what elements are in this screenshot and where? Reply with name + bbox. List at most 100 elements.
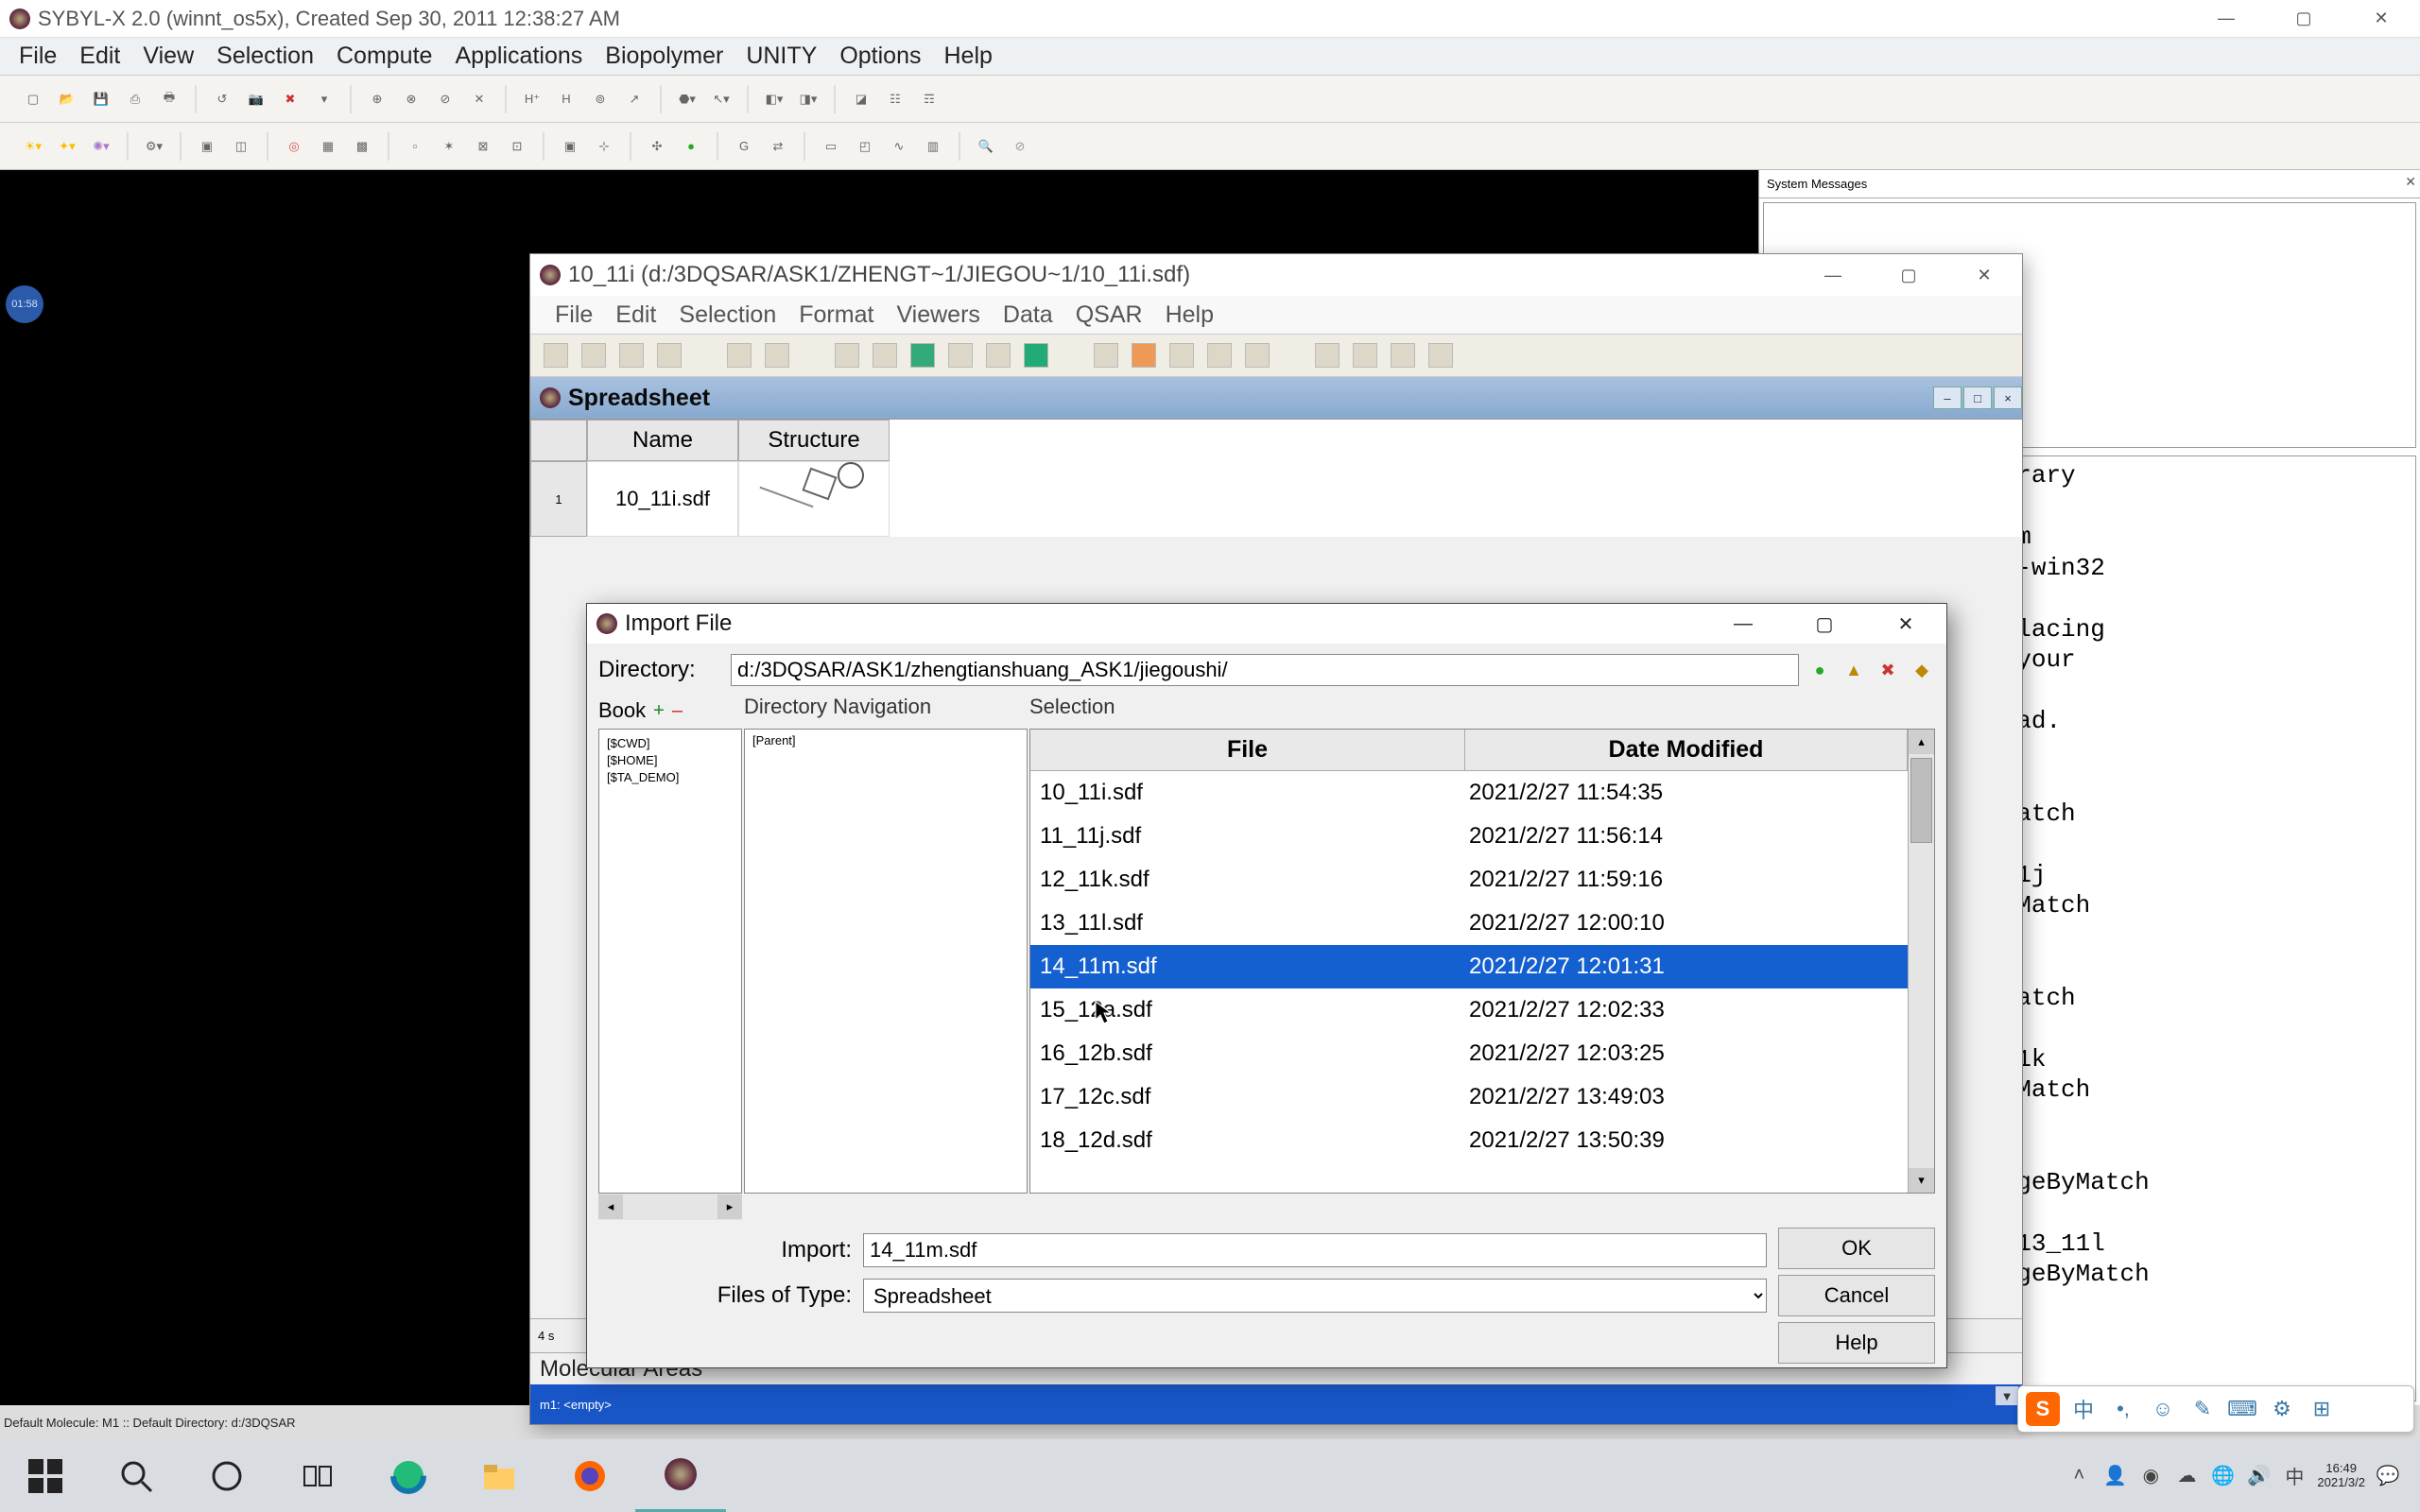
file-scrollbar[interactable]: ▴ ▾ xyxy=(1908,730,1934,1193)
main-titlebar[interactable]: SYBYL-X 2.0 (winnt_os5x), Created Sep 30… xyxy=(0,0,2420,38)
help-button[interactable]: Help xyxy=(1778,1322,1935,1364)
grid-icon[interactable]: ▦ xyxy=(314,132,342,161)
menu-view[interactable]: View xyxy=(131,39,205,74)
tray-network-icon[interactable]: 🌐 xyxy=(2209,1463,2236,1489)
box-icon[interactable]: ◫ xyxy=(227,132,255,161)
box-icon[interactable]: ▣ xyxy=(193,132,221,161)
ss-toolbtn[interactable] xyxy=(1207,343,1232,368)
spreadsheet-close-button[interactable]: ✕ xyxy=(1946,256,2022,294)
ss-toolbtn[interactable] xyxy=(657,343,682,368)
delete-icon[interactable]: ✖ xyxy=(276,85,304,113)
tray-volume-icon[interactable]: 🔊 xyxy=(2245,1463,2272,1489)
tool-icon[interactable]: ⊠ xyxy=(469,132,497,161)
ss-toolbtn[interactable] xyxy=(1353,343,1377,368)
tray-onedrive-icon[interactable]: ☁ xyxy=(2173,1463,2200,1489)
dir-home-icon[interactable]: ◆ xyxy=(1909,657,1935,683)
inner-minimize-button[interactable]: – xyxy=(1933,387,1962,409)
win-icon[interactable]: ◰ xyxy=(851,132,879,161)
firefox-icon[interactable] xyxy=(544,1439,635,1512)
menu-applications[interactable]: Applications xyxy=(443,39,594,74)
ime-punct-icon[interactable]: •, xyxy=(2107,1393,2139,1425)
cancel-button[interactable]: Cancel xyxy=(1778,1275,1935,1316)
grid-corner[interactable] xyxy=(530,420,587,461)
ime-handwrite-icon[interactable]: ✎ xyxy=(2187,1393,2219,1425)
spreadsheet-titlebar[interactable]: 10_11i (d:/3DQSAR/ASK1/ZHENGT~1/JIEGOU~1… xyxy=(530,254,2022,296)
ss-toolbtn[interactable] xyxy=(986,343,1011,368)
tool-icon[interactable]: ● xyxy=(677,132,705,161)
ss-toolbtn[interactable] xyxy=(1245,343,1270,368)
file-row[interactable]: 15_12a.sdf2021/2/27 12:02:33 xyxy=(1030,988,1908,1032)
ss-toolbtn[interactable] xyxy=(1391,343,1415,368)
chart-icon[interactable]: ☷ xyxy=(881,85,909,113)
menu-help[interactable]: Help xyxy=(933,39,1004,74)
menu-edit[interactable]: Edit xyxy=(68,39,131,74)
globe-icon[interactable]: ◎ xyxy=(280,132,308,161)
col-date[interactable]: Date Modified xyxy=(1465,730,1908,770)
system-tray[interactable]: ˄ 👤 ◉ ☁ 🌐 🔊 中 16:49 2021/3/2 💬 xyxy=(2066,1439,2420,1512)
open-icon[interactable]: 📂 xyxy=(53,85,81,113)
cell-name[interactable]: 10_11i.sdf xyxy=(587,461,738,537)
stop-icon[interactable]: ⊘ xyxy=(1006,132,1034,161)
menu-options[interactable]: Options xyxy=(828,39,932,74)
ss-menu-edit[interactable]: Edit xyxy=(604,298,667,333)
cortana-button[interactable] xyxy=(182,1439,272,1512)
nav-list[interactable]: [Parent] xyxy=(744,729,1028,1194)
start-button[interactable] xyxy=(0,1439,91,1512)
file-row[interactable]: 18_12d.sdf2021/2/27 13:50:39 xyxy=(1030,1119,1908,1162)
menu-biopolymer[interactable]: Biopolymer xyxy=(594,39,735,74)
import-minimize-button[interactable]: — xyxy=(1703,605,1784,643)
nav-item[interactable]: [Parent] xyxy=(752,733,1019,747)
ss-toolbtn[interactable] xyxy=(727,343,752,368)
ime-keyboard-icon[interactable]: ⌨ xyxy=(2226,1393,2258,1425)
import-titlebar[interactable]: Import File — ▢ ✕ xyxy=(587,604,1946,644)
file-row[interactable]: 13_11l.sdf2021/2/27 12:00:10 xyxy=(1030,902,1908,945)
ss-toolbtn[interactable] xyxy=(1132,343,1156,368)
inner-maximize-button[interactable]: □ xyxy=(1963,387,1992,409)
ss-menu-help[interactable]: Help xyxy=(1154,298,1225,333)
tool-icon[interactable]: ✣ xyxy=(643,132,671,161)
tool-icon[interactable]: ⊗ xyxy=(397,85,425,113)
molecular-areas-body[interactable]: m1: <empty> ▼ xyxy=(530,1384,2022,1424)
import-file-dialog[interactable]: Import File — ▢ ✕ Directory: ● ▲ ✖ ◆ Boo… xyxy=(586,603,1947,1368)
file-row[interactable]: 12_11k.sdf2021/2/27 11:59:16 xyxy=(1030,858,1908,902)
grid-icon[interactable]: ▩ xyxy=(348,132,376,161)
ss-toolbtn[interactable] xyxy=(910,343,935,368)
ss-toolbtn[interactable] xyxy=(1315,343,1340,368)
bookmark-item[interactable]: [$HOME] xyxy=(607,752,734,769)
tool-icon[interactable]: ⊹ xyxy=(590,132,618,161)
dir-refresh-icon[interactable]: ● xyxy=(1806,657,1833,683)
ss-menu-data[interactable]: Data xyxy=(992,298,1064,333)
file-row[interactable]: 16_12b.sdf2021/2/27 12:03:25 xyxy=(1030,1032,1908,1075)
scroll-left-icon[interactable]: ◂ xyxy=(598,1194,623,1219)
ss-toolbtn[interactable] xyxy=(765,343,789,368)
spreadsheet-minimize-button[interactable]: — xyxy=(1795,256,1871,294)
arrow-icon[interactable]: ↖▾ xyxy=(707,85,735,113)
scroll-down-icon[interactable]: ▼ xyxy=(1996,1386,2018,1405)
directory-input[interactable] xyxy=(731,654,1799,686)
ss-toolbtn[interactable] xyxy=(581,343,606,368)
ime-toolbar[interactable]: S 中 •, ☺ ✎ ⌨ ⚙ ⊞ xyxy=(2017,1385,2414,1433)
col-name[interactable]: Name xyxy=(587,420,738,461)
win-icon[interactable]: ▭ xyxy=(817,132,845,161)
tray-ime-icon[interactable]: 中 xyxy=(2281,1463,2308,1489)
window-icon[interactable]: ◧▾ xyxy=(760,85,788,113)
tool-icon[interactable]: ✶ xyxy=(435,132,463,161)
main-minimize-button[interactable]: — xyxy=(2187,1,2265,37)
file-row[interactable]: 11_11j.sdf2021/2/27 11:56:14 xyxy=(1030,815,1908,858)
ss-toolbtn[interactable] xyxy=(619,343,644,368)
file-row[interactable]: 10_11i.sdf2021/2/27 11:54:35 xyxy=(1030,771,1908,815)
import-filename-input[interactable] xyxy=(863,1233,1767,1267)
ss-menu-viewers[interactable]: Viewers xyxy=(885,298,991,333)
light-icon[interactable]: ✦▾ xyxy=(53,132,81,161)
gear-icon[interactable]: ⚙▾ xyxy=(140,132,168,161)
light-icon[interactable]: ☀▾ xyxy=(19,132,47,161)
spreadsheet-maximize-button[interactable]: ▢ xyxy=(1871,256,1946,294)
main-maximize-button[interactable]: ▢ xyxy=(2265,1,2342,37)
bookmarks-hscroll[interactable]: ◂ ▸ xyxy=(598,1194,742,1220)
bookmarks-list[interactable]: [$CWD][$HOME][$TA_DEMO] xyxy=(598,729,742,1194)
col-structure[interactable]: Structure xyxy=(738,420,890,461)
ss-menu-file[interactable]: File xyxy=(544,298,604,333)
notifications-icon[interactable]: 💬 xyxy=(2375,1463,2401,1489)
window-icon[interactable]: ◨▾ xyxy=(794,85,822,113)
ss-toolbtn[interactable] xyxy=(1428,343,1453,368)
